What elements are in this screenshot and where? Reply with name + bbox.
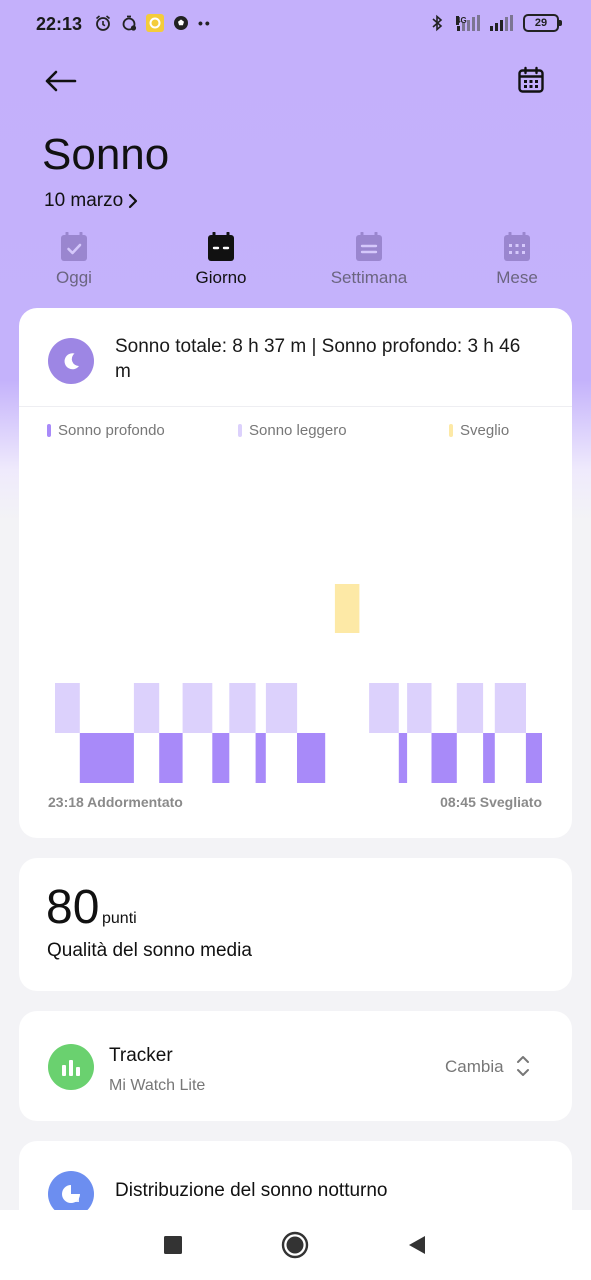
tab-mese[interactable]: Mese [462, 232, 572, 288]
woke-up-label: 08:45 Svegliato [440, 794, 542, 810]
tracker-device: Mi Watch Lite [109, 1077, 206, 1094]
network-type-label: 4G [456, 16, 467, 25]
legend-swatch [449, 424, 453, 437]
sleep-segment-7 [255, 733, 266, 783]
legend-awake: Sveglio [449, 422, 509, 439]
distribution-title: Distribuzione del sonno notturno [115, 1180, 388, 1201]
legend-label: Sonno profondo [58, 422, 165, 439]
tab-settimana[interactable]: Settimana [314, 232, 424, 288]
legend-deep: Sonno profondo [47, 422, 165, 439]
circle-icon [281, 1231, 309, 1259]
calendar-icon [518, 66, 544, 93]
back-nav-button[interactable] [402, 1230, 432, 1260]
status-system-icons: 4G 29 [428, 14, 562, 32]
calendar-day-icon [208, 232, 234, 261]
legend-label: Sveglio [460, 422, 510, 439]
tab-oggi[interactable]: Oggi [19, 232, 129, 288]
calendar-month-icon [504, 232, 530, 261]
arrow-left-icon [45, 70, 77, 92]
sleep-segment-12 [398, 733, 408, 783]
sleep-segment-9 [297, 733, 326, 783]
app-notification-icon [146, 14, 164, 32]
signal-icon-2 [490, 15, 513, 31]
sleep-segment-2 [133, 683, 160, 733]
legend-swatch [238, 424, 242, 437]
sleep-segment-6 [229, 683, 256, 733]
sleep-segment-10 [334, 584, 360, 633]
fell-asleep-label: 23:18 Addormentato [48, 794, 183, 810]
calendar-week-icon [356, 232, 382, 261]
tracker-title: Tracker [109, 1045, 173, 1066]
tab-giorno[interactable]: Giorno [166, 232, 276, 288]
legend-swatch [47, 424, 51, 437]
sleep-segment-8 [265, 683, 298, 733]
sleep-segment-11 [369, 683, 399, 733]
sleep-segment-13 [407, 683, 432, 733]
moon-icon [48, 338, 94, 384]
sleep-segment-1 [79, 733, 134, 783]
football-icon [172, 14, 190, 32]
date-label: 10 marzo [44, 190, 124, 211]
sleep-stage-chart [55, 584, 542, 783]
sleep-segment-16 [483, 733, 495, 783]
timer-icon [120, 14, 138, 32]
sleep-total-text: Sonno totale: 8 h 37 m | Sonno profondo:… [115, 336, 521, 382]
sleep-segment-0 [55, 683, 80, 733]
system-nav-bar [0, 1210, 591, 1280]
calendar-check-icon [61, 232, 87, 261]
more-notifications-icon: •• [198, 15, 212, 31]
quality-score: 80 [46, 881, 100, 934]
square-icon [164, 1236, 182, 1254]
back-button[interactable] [40, 64, 80, 98]
sleep-segment-18 [525, 733, 542, 783]
sleep-segment-3 [159, 733, 183, 783]
change-tracker-button[interactable]: Cambia [445, 1057, 504, 1077]
tracker-card: Tracker Mi Watch Lite Cambia [19, 1011, 572, 1121]
calendar-button[interactable] [513, 62, 549, 98]
bar-chart-icon [48, 1044, 94, 1090]
chevron-up-down-icon[interactable] [515, 1054, 531, 1078]
tab-label: Giorno [195, 268, 247, 287]
status-bar: 22:13 •• 4G 29 [0, 0, 591, 50]
tab-label: Oggi [56, 268, 92, 287]
sleep-segment-15 [456, 683, 484, 733]
page-title: Sonno [42, 130, 170, 179]
alarm-icon [94, 14, 112, 32]
quality-label: Qualità del sonno media [47, 940, 252, 961]
status-notification-icons: •• [94, 14, 212, 32]
chevron-right-icon [129, 193, 138, 209]
legend-label: Sonno leggero [249, 422, 347, 439]
sleep-segment-17 [494, 683, 526, 733]
bluetooth-icon [428, 14, 446, 32]
sleep-segment-14 [431, 733, 457, 783]
battery-icon: 29 [523, 14, 562, 32]
sleep-segment-5 [212, 733, 230, 783]
sleep-quality-card[interactable]: 80 punti Qualità del sonno media [19, 858, 572, 991]
home-button[interactable] [280, 1230, 310, 1260]
date-selector[interactable]: 10 marzo [44, 190, 139, 212]
triangle-back-icon [409, 1236, 425, 1254]
quality-unit: punti [102, 910, 137, 927]
recents-button[interactable] [158, 1230, 188, 1260]
status-time: 22:13 [36, 14, 83, 34]
sleep-summary-card: Sonno totale: 8 h 37 m | Sonno profondo:… [19, 308, 572, 838]
sleep-segment-4 [182, 683, 213, 733]
tab-label: Settimana [330, 268, 408, 287]
signal-icon: 4G [456, 15, 480, 31]
tab-label: Mese [496, 268, 538, 287]
legend-light: Sonno leggero [238, 422, 347, 439]
divider [19, 406, 572, 407]
